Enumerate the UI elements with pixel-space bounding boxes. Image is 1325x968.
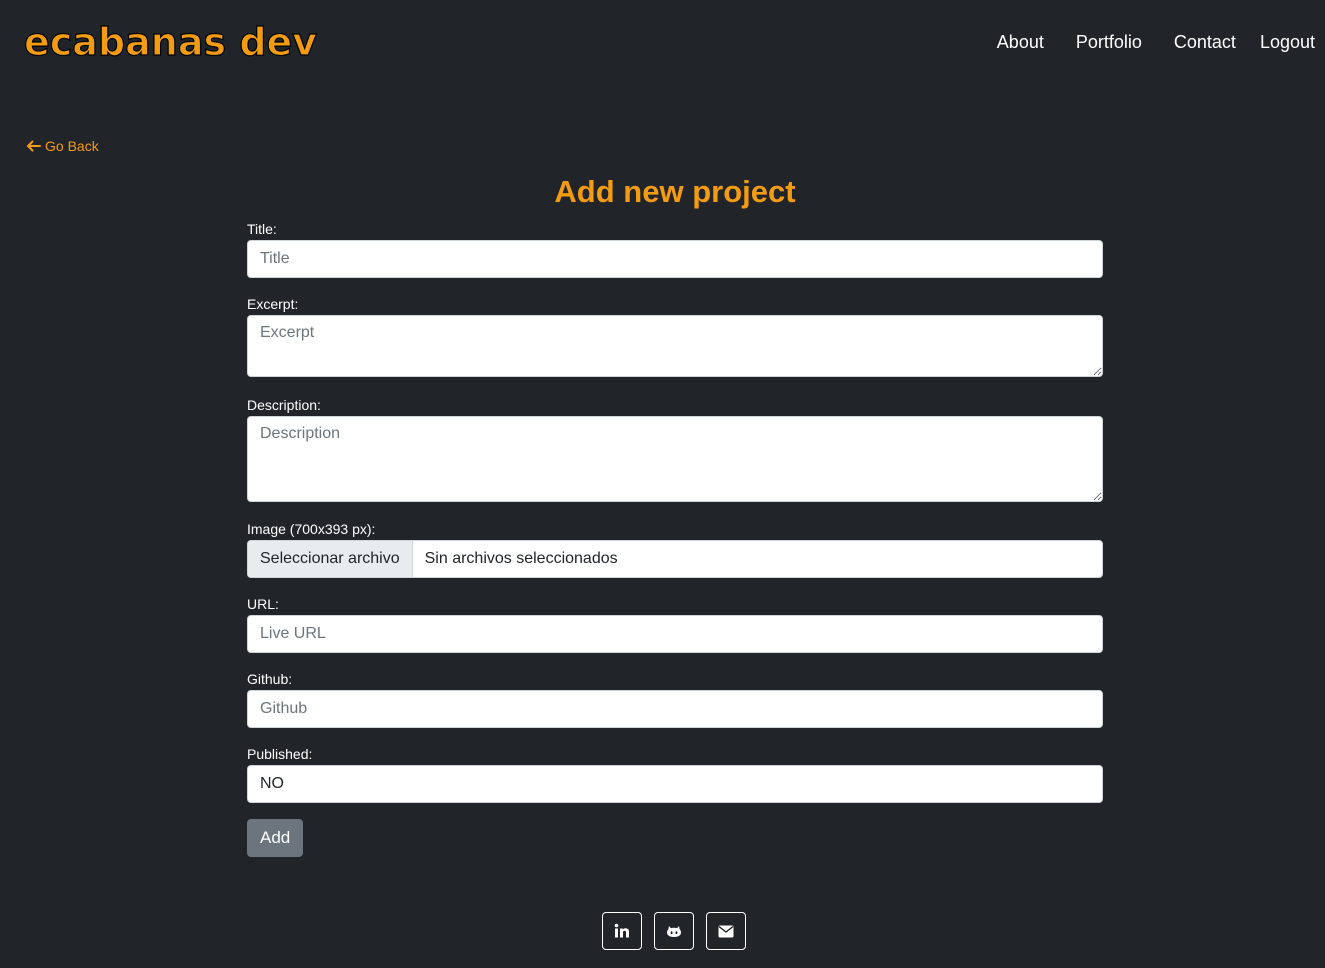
title-input[interactable] — [247, 240, 1103, 278]
linkedin-icon — [614, 923, 630, 939]
linkedin-button[interactable] — [602, 912, 642, 950]
go-back-label: Go Back — [45, 138, 99, 154]
title-label: Title: — [247, 221, 277, 237]
published-select[interactable]: NO — [247, 765, 1103, 803]
image-label: Image (700x393 px): — [247, 521, 376, 537]
nav-contact-link[interactable]: Contact — [1174, 30, 1236, 54]
add-button[interactable]: Add — [247, 819, 304, 857]
email-button[interactable] — [706, 912, 746, 950]
github-button[interactable] — [654, 912, 694, 950]
github-label: Github: — [247, 671, 293, 687]
brand-logo[interactable]: ecabanas dev — [23, 18, 317, 66]
page-title: Add new project — [554, 174, 796, 209]
social-links — [602, 912, 746, 950]
image-file-input[interactable]: Seleccionar archivo Sin archivos selecci… — [247, 540, 1103, 578]
add-project-form: Title: Excerpt: Description: Image (700x… — [247, 220, 1103, 857]
go-back-link[interactable]: Go Back — [26, 137, 99, 155]
url-input[interactable] — [247, 615, 1103, 653]
envelope-icon — [718, 925, 734, 938]
url-label: URL: — [247, 596, 279, 612]
excerpt-label: Excerpt: — [247, 296, 299, 312]
nav-logout-link[interactable]: Logout — [1260, 30, 1315, 54]
github-input[interactable] — [247, 690, 1103, 728]
nav-portfolio-link[interactable]: Portfolio — [1076, 30, 1142, 54]
arrow-left-icon — [26, 140, 41, 152]
github-icon — [666, 923, 682, 939]
description-label: Description: — [247, 397, 321, 413]
navbar: ecabanas dev About Portfolio Contact Log… — [0, 0, 1325, 86]
choose-file-button[interactable]: Seleccionar archivo — [248, 541, 413, 577]
published-label: Published: — [247, 746, 313, 762]
excerpt-textarea[interactable] — [247, 315, 1103, 377]
description-textarea[interactable] — [247, 416, 1103, 502]
file-status-text: Sin archivos seleccionados — [424, 550, 618, 567]
nav-about-link[interactable]: About — [997, 30, 1044, 54]
nav-links: About Portfolio Contact Logout — [997, 30, 1315, 54]
